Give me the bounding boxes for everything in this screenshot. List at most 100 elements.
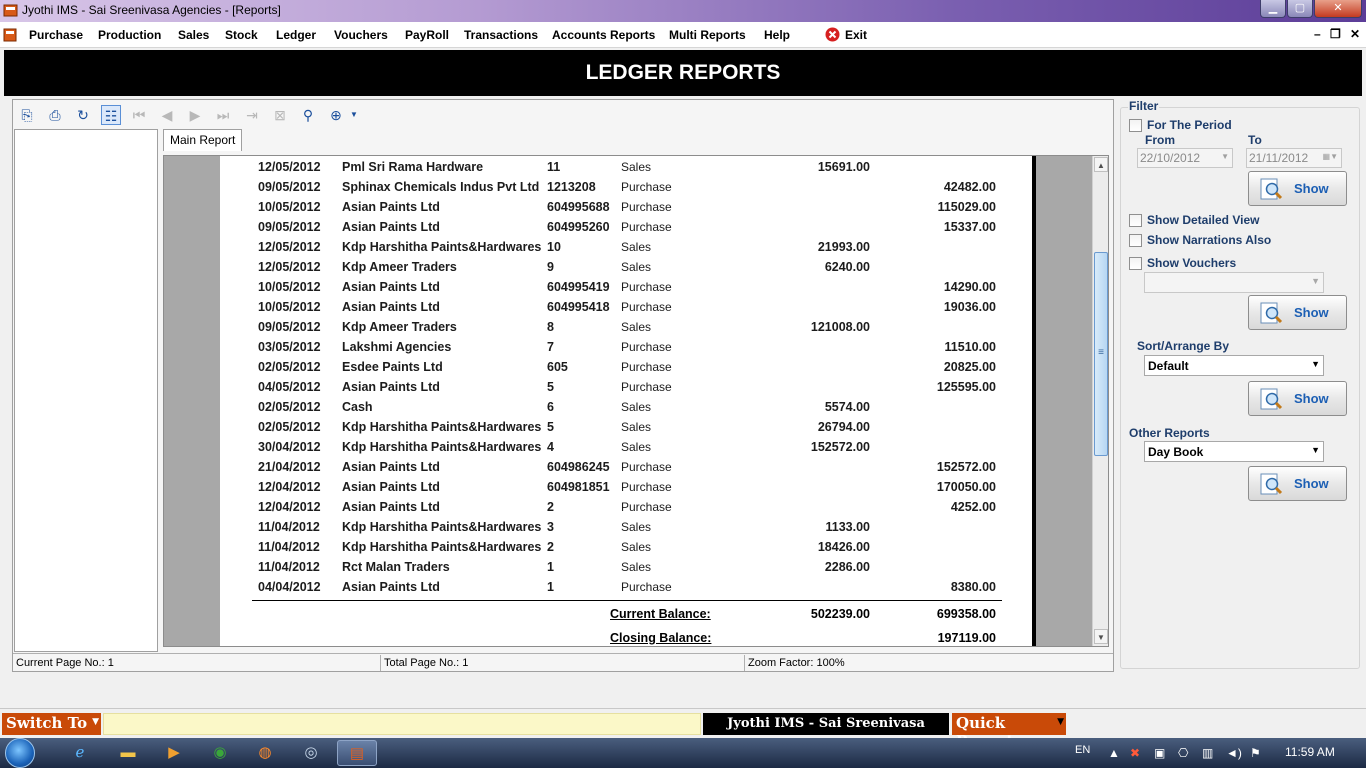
viewer-status-bar: Current Page No.: 1 Total Page No.: 1 Zo…	[13, 653, 1113, 672]
row-debit: 15691.00	[817, 160, 870, 174]
to-date-field[interactable]: 21/11/2012 ▦▼	[1246, 148, 1342, 168]
first-page-icon[interactable]: ⏮	[129, 105, 149, 125]
show-other-reports-button[interactable]: Show	[1248, 466, 1347, 501]
switch-to-field[interactable]	[103, 713, 701, 735]
find-icon[interactable]: ⚲	[298, 105, 318, 125]
row-credit: 19036.00	[943, 300, 996, 314]
previous-page-icon[interactable]: ◀	[157, 105, 177, 125]
group-tree-pane[interactable]	[14, 129, 158, 652]
tray-app-icon[interactable]: ✖	[1130, 746, 1140, 760]
menu-exit[interactable]: Exit	[845, 28, 867, 42]
row-type: Sales	[621, 260, 652, 274]
show-sort-button[interactable]: Show	[1248, 381, 1347, 416]
row-credit: 170050.00	[936, 480, 996, 494]
row-date: 04/05/2012	[258, 380, 321, 394]
group-tree-icon[interactable]: ☷	[101, 105, 121, 125]
row-voucher-no: 604986245	[547, 460, 610, 474]
exit-icon[interactable]	[825, 27, 840, 42]
row-debit: 6240.00	[824, 260, 870, 274]
control-panel-icon[interactable]: ◎	[291, 740, 331, 766]
row-voucher-no: 2	[547, 500, 554, 514]
menu-stock[interactable]: Stock	[225, 28, 258, 42]
menu-payroll[interactable]: PayRoll	[405, 28, 449, 42]
scroll-thumb[interactable]: ≡	[1094, 252, 1108, 456]
zoom-factor-status: Zoom Factor: 100%	[748, 657, 845, 669]
menu-production[interactable]: Production	[98, 28, 161, 42]
scroll-up-icon[interactable]: ▲	[1094, 157, 1108, 172]
quick-report-button[interactable]: Quick Report ▼	[952, 713, 1066, 750]
tray-usb-icon[interactable]: ⎔	[1178, 746, 1188, 760]
zoom-dropdown-icon[interactable]: ▼	[344, 105, 364, 125]
current-balance-row: Current Balance: 502239.00 699358.00	[220, 605, 1032, 625]
show-narrations-checkbox[interactable]	[1129, 234, 1142, 247]
export-icon[interactable]: ⎘	[17, 105, 37, 125]
action-center-flag-icon[interactable]: ⚑	[1250, 746, 1261, 760]
tray-expand-icon[interactable]: ▲	[1108, 746, 1120, 760]
scroll-down-icon[interactable]: ▼	[1094, 629, 1108, 644]
for-the-period-checkbox[interactable]	[1129, 119, 1142, 132]
start-button[interactable]	[5, 738, 35, 768]
menu-help[interactable]: Help	[764, 28, 790, 42]
clock[interactable]: 11:59 AM	[1285, 745, 1335, 759]
mdi-close-button[interactable]: ✕	[1350, 27, 1360, 41]
table-row: 12/05/2012 Kdp Ameer Traders 9 Sales 6240.00	[220, 257, 1032, 277]
refresh-icon[interactable]: ↻	[73, 105, 93, 125]
other-reports-select[interactable]: Day Book ▼	[1144, 441, 1324, 462]
report-scrollbar[interactable]: ▲ ≡ ▼	[1092, 156, 1108, 646]
row-date: 03/05/2012	[258, 340, 321, 354]
show-period-button[interactable]: Show	[1248, 171, 1347, 206]
menu-purchase[interactable]: Purchase	[29, 28, 83, 42]
zoom-icon[interactable]: ⊕	[326, 105, 346, 125]
internet-explorer-icon[interactable]: ℯ	[60, 740, 100, 766]
close-button[interactable]: ✕	[1314, 0, 1362, 18]
media-player-icon[interactable]: ▶	[154, 740, 194, 766]
volume-icon[interactable]: ◄)	[1226, 746, 1242, 760]
chevron-down-icon: ▼	[1311, 276, 1320, 286]
menu-sales[interactable]: Sales	[178, 28, 209, 42]
table-row: 12/04/2012 Asian Paints Ltd 2 Purchase 4252.…	[220, 497, 1032, 517]
stop-icon[interactable]: ⊠	[270, 105, 290, 125]
row-voucher-no: 1	[547, 560, 554, 574]
tab-main-report[interactable]: Main Report	[163, 129, 243, 151]
from-date-field[interactable]: 22/10/2012 ▼	[1137, 148, 1233, 168]
show-vouchers-button[interactable]: Show	[1248, 295, 1347, 330]
menu-vouchers[interactable]: Vouchers	[334, 28, 388, 42]
green-app-icon[interactable]: ◉	[200, 740, 240, 766]
magnifier-report-icon	[1260, 178, 1283, 200]
sort-arrange-select[interactable]: Default ▼	[1144, 355, 1324, 376]
maximize-button[interactable]: ▢	[1287, 0, 1313, 18]
menu-multi-reports[interactable]: Multi Reports	[669, 28, 746, 42]
row-type: Purchase	[621, 460, 672, 474]
row-date: 09/05/2012	[258, 180, 321, 194]
app-icon	[3, 4, 18, 17]
folder-icon[interactable]: ▬	[108, 740, 148, 766]
show-vouchers-checkbox[interactable]	[1129, 257, 1142, 270]
next-page-icon[interactable]: ▶	[185, 105, 205, 125]
last-page-icon[interactable]: ⏭	[213, 105, 233, 125]
mdi-minimize-button[interactable]: –	[1314, 27, 1321, 41]
network-icon[interactable]: ▥	[1202, 746, 1213, 760]
show-detailed-view-checkbox[interactable]	[1129, 214, 1142, 227]
switch-to-button[interactable]: Switch To ▼	[2, 713, 101, 735]
document-icon[interactable]	[3, 28, 17, 42]
row-credit: 125595.00	[936, 380, 996, 394]
menu-accounts-reports[interactable]: Accounts Reports	[552, 28, 655, 42]
minimize-button[interactable]: ▁	[1260, 0, 1286, 18]
print-icon[interactable]: ⎙	[45, 105, 65, 125]
row-type: Purchase	[621, 580, 672, 594]
closing-balance-row: Closing Balance: 197119.00	[220, 629, 1032, 646]
table-row: 21/04/2012 Asian Paints Ltd 604986245 Purch…	[220, 457, 1032, 477]
row-voucher-no: 1213208	[547, 180, 596, 194]
firefox-icon[interactable]: ◍	[245, 740, 285, 766]
jyothi-ims-task-icon[interactable]: ▤	[337, 740, 377, 766]
menu-transactions[interactable]: Transactions	[464, 28, 538, 42]
goto-page-icon[interactable]: ⇥	[242, 105, 262, 125]
vouchers-select[interactable]: ▼	[1144, 272, 1324, 293]
tray-device-icon[interactable]: ▣	[1154, 746, 1165, 760]
mdi-restore-button[interactable]: ❐	[1330, 27, 1341, 41]
table-row: 11/04/2012 Rct Malan Traders 1 Sales 2286.00	[220, 557, 1032, 577]
language-indicator[interactable]: EN	[1075, 744, 1090, 756]
menu-ledger[interactable]: Ledger	[276, 28, 316, 42]
row-debit: 2286.00	[824, 560, 870, 574]
row-date: 21/04/2012	[258, 460, 321, 474]
